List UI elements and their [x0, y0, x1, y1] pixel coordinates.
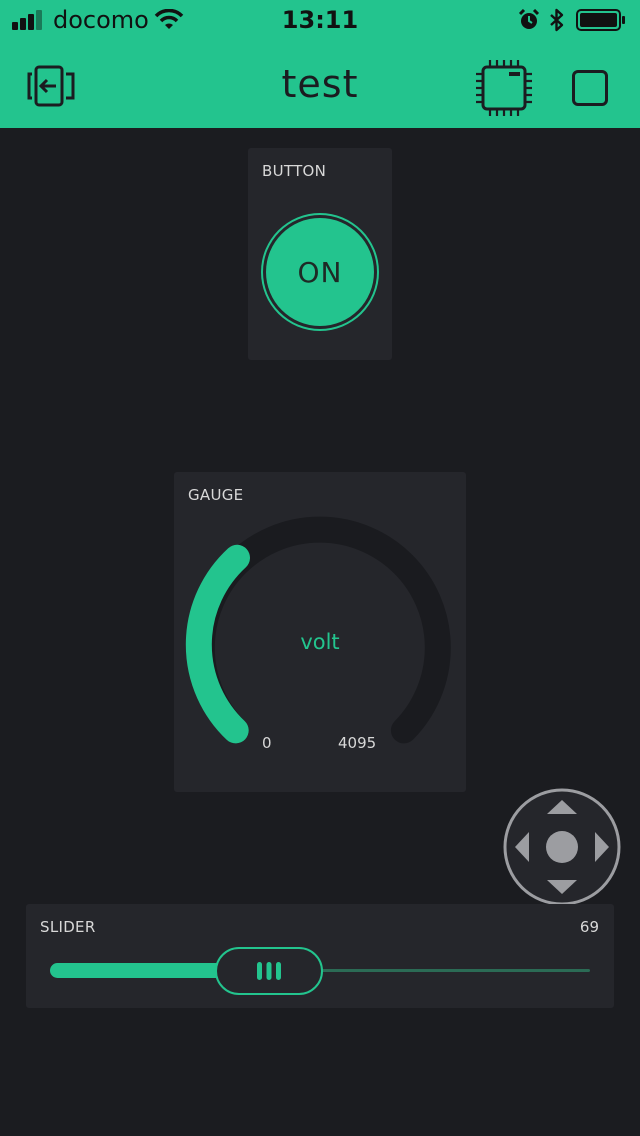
battery-icon [576, 9, 625, 31]
grip-icon [257, 962, 282, 980]
device-chip-icon[interactable] [474, 58, 534, 118]
slider-widget: SLIDER 69 [26, 904, 614, 1008]
alarm-icon [518, 9, 540, 29]
button-widget-label: BUTTON [262, 162, 327, 180]
gauge-unit: volt [300, 630, 340, 654]
on-off-button[interactable]: ON [266, 218, 374, 326]
clock-time: 13:11 [281, 6, 359, 34]
exit-project-icon[interactable] [26, 64, 76, 108]
on-off-button-text: ON [297, 255, 343, 289]
gauge-max: 4095 [338, 734, 377, 752]
slider-thumb[interactable] [215, 947, 324, 995]
stop-button[interactable] [572, 70, 608, 106]
app-header: test [0, 40, 640, 128]
slider-widget-label: SLIDER [40, 918, 96, 936]
slider-value: 69 [579, 918, 599, 936]
bluetooth-icon [550, 8, 564, 32]
joystick-knob [546, 831, 578, 863]
joystick[interactable] [503, 788, 621, 906]
gauge-min: 0 [262, 734, 272, 752]
status-bar: docomo 13:11 [0, 0, 640, 40]
gauge-widget: GAUGE volt 0 4095 [174, 472, 466, 792]
project-title: test [281, 62, 359, 106]
button-widget: BUTTON ON [248, 148, 392, 360]
